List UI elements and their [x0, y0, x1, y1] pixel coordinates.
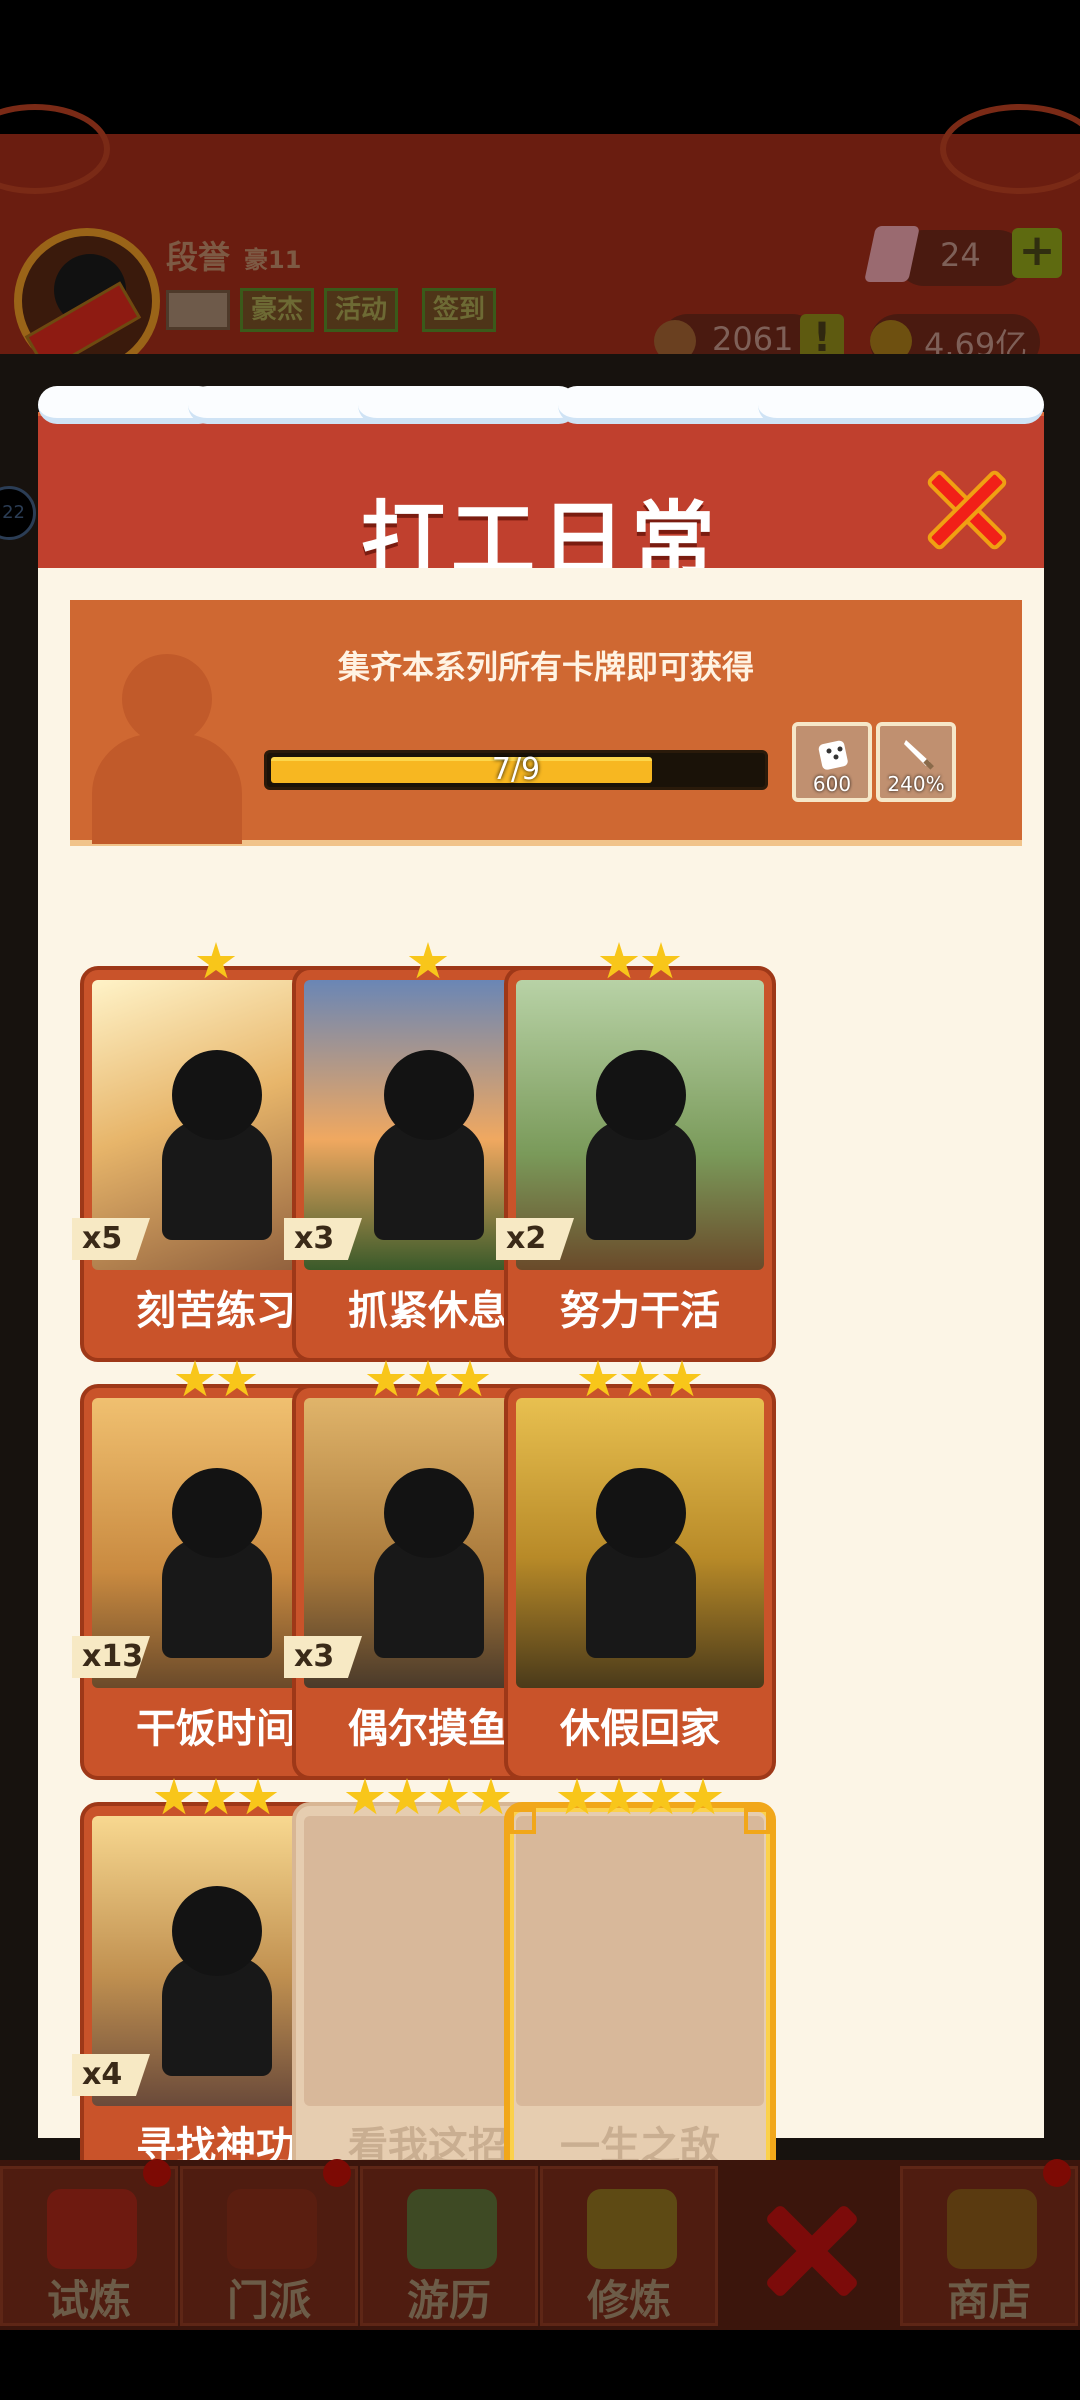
collection-progress-bar: 7/9 — [264, 750, 768, 790]
sword-icon — [904, 740, 934, 770]
nav-label: 游历 — [406, 2276, 491, 2325]
reward-dice[interactable]: 600 — [792, 722, 872, 802]
star-icon — [683, 1778, 723, 1815]
status-bar — [0, 0, 1080, 134]
card-stars — [504, 942, 776, 986]
star-icon — [345, 1778, 385, 1815]
reward-sword[interactable]: 240% — [876, 722, 956, 802]
player-avatar[interactable] — [14, 228, 160, 374]
card-name: 努力干活 — [560, 1288, 720, 1334]
star-icon — [408, 1360, 448, 1397]
star-icon — [578, 1360, 618, 1397]
star-icon — [408, 942, 448, 979]
bottom-nav: 试炼 门派 游历 修炼 商店 — [0, 2159, 1080, 2330]
cloud-decoration — [940, 104, 1080, 194]
nav-label: 试炼 — [46, 2276, 131, 2325]
resource-value: 2061 — [712, 320, 794, 358]
star-icon — [154, 1778, 194, 1815]
star-icon — [196, 942, 236, 979]
book-icon — [587, 2189, 677, 2269]
nav-label: 商店 — [946, 2276, 1031, 2325]
nav-trial[interactable]: 试炼 — [0, 2159, 178, 2326]
reward-dice-value: 600 — [812, 772, 852, 796]
star-icon — [620, 1360, 660, 1397]
notification-dot — [1043, 2159, 1071, 2187]
nav-shop[interactable]: 商店 — [900, 2159, 1078, 2326]
star-icon — [662, 1360, 702, 1397]
modal-body: 集齐本系列所有卡牌即可获得 7/9 600 240% x5 刻苦练习 x3 抓紧休息 x… — [38, 568, 1044, 2198]
card-stars — [504, 1360, 776, 1404]
star-icon — [599, 1778, 639, 1815]
player-name: 段誉 — [166, 238, 231, 276]
work-card[interactable]: x2 努力干活 — [496, 942, 776, 1362]
gem-value: 24 — [940, 236, 981, 274]
star-icon — [366, 1360, 406, 1397]
star-icon — [238, 1778, 278, 1815]
card-placeholder — [516, 1816, 764, 2106]
star-icon — [641, 1778, 681, 1815]
nav-sect[interactable]: 门派 — [180, 2159, 358, 2326]
player-rank: 豪11 — [244, 246, 302, 274]
firecracker-icon — [47, 2189, 137, 2269]
nav-travel[interactable]: 游历 — [360, 2166, 538, 2326]
hud-tag-signin[interactable]: 签到 — [422, 288, 497, 332]
add-gem-button[interactable]: + — [1012, 228, 1062, 278]
shop-icon — [947, 2189, 1037, 2269]
gold-corner-ornament — [510, 1808, 536, 1834]
progress-text: 7/9 — [491, 752, 541, 787]
card-artwork — [516, 1398, 764, 1688]
nav-label: 修炼 — [586, 2276, 671, 2325]
card-name: 休假回家 — [560, 1706, 720, 1752]
system-home-bar — [0, 2330, 1080, 2400]
reward-sword-value: 240% — [887, 772, 945, 796]
collection-banner: 集齐本系列所有卡牌即可获得 7/9 600 240% — [70, 600, 1022, 846]
temple-icon — [227, 2189, 317, 2269]
star-icon — [429, 1778, 469, 1815]
nav-close-icon[interactable] — [762, 2200, 862, 2300]
star-icon — [641, 942, 681, 979]
nav-label: 门派 — [226, 2276, 311, 2325]
nav-cultivate[interactable]: 修炼 — [540, 2166, 718, 2326]
hud-tag-activity[interactable]: 活动 — [324, 288, 399, 332]
star-icon — [450, 1360, 490, 1397]
star-icon — [387, 1778, 427, 1815]
notification-dot — [143, 2159, 171, 2187]
close-button[interactable] — [924, 466, 1010, 552]
snow-decoration — [38, 386, 1044, 426]
mail-icon[interactable] — [166, 290, 230, 330]
star-icon — [175, 1360, 215, 1397]
top-hud: 段誉 豪11 豪杰 活动 签到 24 + 2061 ! 4.69亿 — [0, 104, 1080, 374]
modal-header: 打工日常 — [38, 412, 1044, 590]
notification-dot — [323, 2159, 351, 2187]
star-icon — [217, 1360, 257, 1397]
daily-work-modal: 打工日常 集齐本系列所有卡牌即可获得 7/9 600 240% x5 刻苦练习 … — [38, 386, 1044, 2198]
star-icon — [196, 1778, 236, 1815]
hud-tag-haojie[interactable]: 豪杰 — [240, 288, 315, 332]
banner-text: 集齐本系列所有卡牌即可获得 — [337, 648, 754, 686]
card-stars — [504, 1778, 776, 1822]
star-icon — [557, 1778, 597, 1815]
work-card[interactable]: 休假回家 — [504, 1360, 776, 1780]
mountain-icon — [407, 2189, 497, 2269]
dice-icon — [818, 740, 848, 770]
gold-corner-ornament — [744, 1808, 770, 1834]
star-icon — [599, 942, 639, 979]
work-card[interactable]: 一生之敌 — [504, 1778, 776, 2198]
